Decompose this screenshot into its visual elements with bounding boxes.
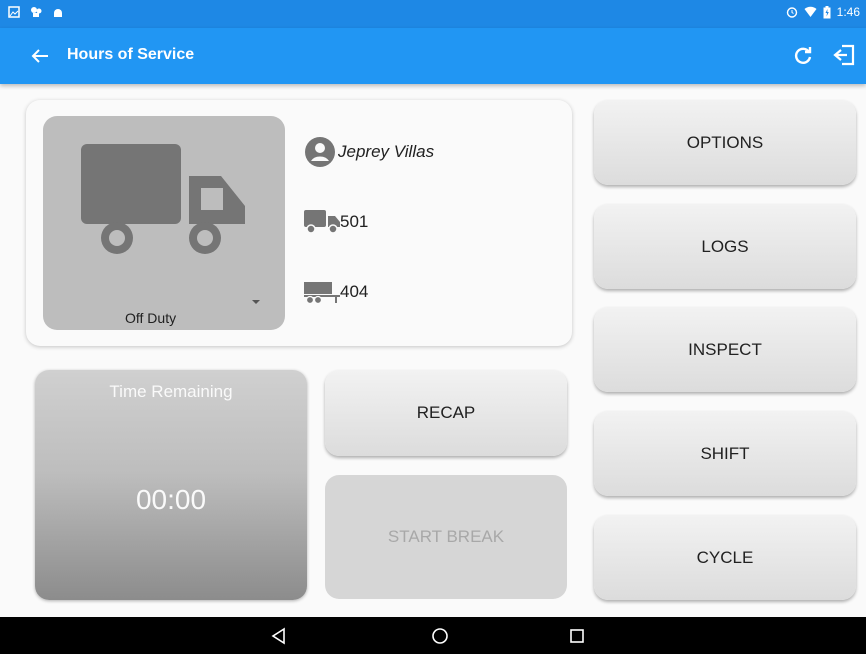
recap-button[interactable]: RECAP — [325, 370, 567, 456]
time-remaining-card: Time Remaining 00:00 — [35, 370, 307, 600]
truck-small-icon — [304, 210, 340, 234]
trailer-icon — [304, 282, 340, 304]
vehicle-row: 501 — [304, 210, 368, 234]
app-icon — [31, 7, 42, 17]
options-button[interactable]: OPTIONS — [594, 100, 856, 185]
clock: 1:46 — [836, 5, 860, 19]
nav-recents-icon[interactable] — [568, 627, 586, 645]
refresh-icon[interactable] — [791, 44, 815, 68]
driver-row: Jeprey Villas — [304, 136, 434, 168]
app-bar: Hours of Service — [0, 28, 866, 84]
duty-status-label: Off Duty — [125, 310, 177, 326]
driver-info-card: Off Duty Jeprey Villas 501 404 — [26, 100, 572, 346]
android-icon — [54, 9, 62, 17]
nav-home-icon[interactable] — [431, 627, 449, 645]
image-icon — [8, 6, 20, 18]
battery-icon — [823, 5, 831, 18]
cycle-button[interactable]: CYCLE — [594, 515, 856, 600]
trailer-row: 404 — [304, 280, 368, 304]
logs-button[interactable]: LOGS — [594, 204, 856, 289]
time-remaining-value: 00:00 — [135, 484, 207, 515]
driver-name: Jeprey Villas — [338, 142, 435, 161]
truck-icon — [81, 144, 245, 254]
inspect-button[interactable]: INSPECT — [594, 307, 856, 392]
time-remaining-label: Time Remaining — [109, 382, 233, 401]
alarm-icon — [786, 7, 797, 18]
back-arrow-icon[interactable] — [28, 44, 52, 68]
vehicle-number: 501 — [340, 212, 369, 231]
logout-icon[interactable] — [832, 42, 858, 68]
dropdown-arrow-icon[interactable] — [251, 299, 261, 305]
start-break-button[interactable]: START BREAK — [325, 475, 567, 599]
navigation-bar — [0, 617, 866, 654]
shift-button[interactable]: SHIFT — [594, 411, 856, 496]
duty-status-selector[interactable]: Off Duty — [43, 116, 285, 330]
status-bar: 1:46 — [0, 0, 866, 28]
wifi-icon — [804, 6, 817, 17]
page-title: Hours of Service — [67, 46, 195, 63]
account-circle-icon — [305, 137, 335, 167]
trailer-number: 404 — [340, 282, 369, 301]
nav-back-icon[interactable] — [270, 627, 288, 645]
